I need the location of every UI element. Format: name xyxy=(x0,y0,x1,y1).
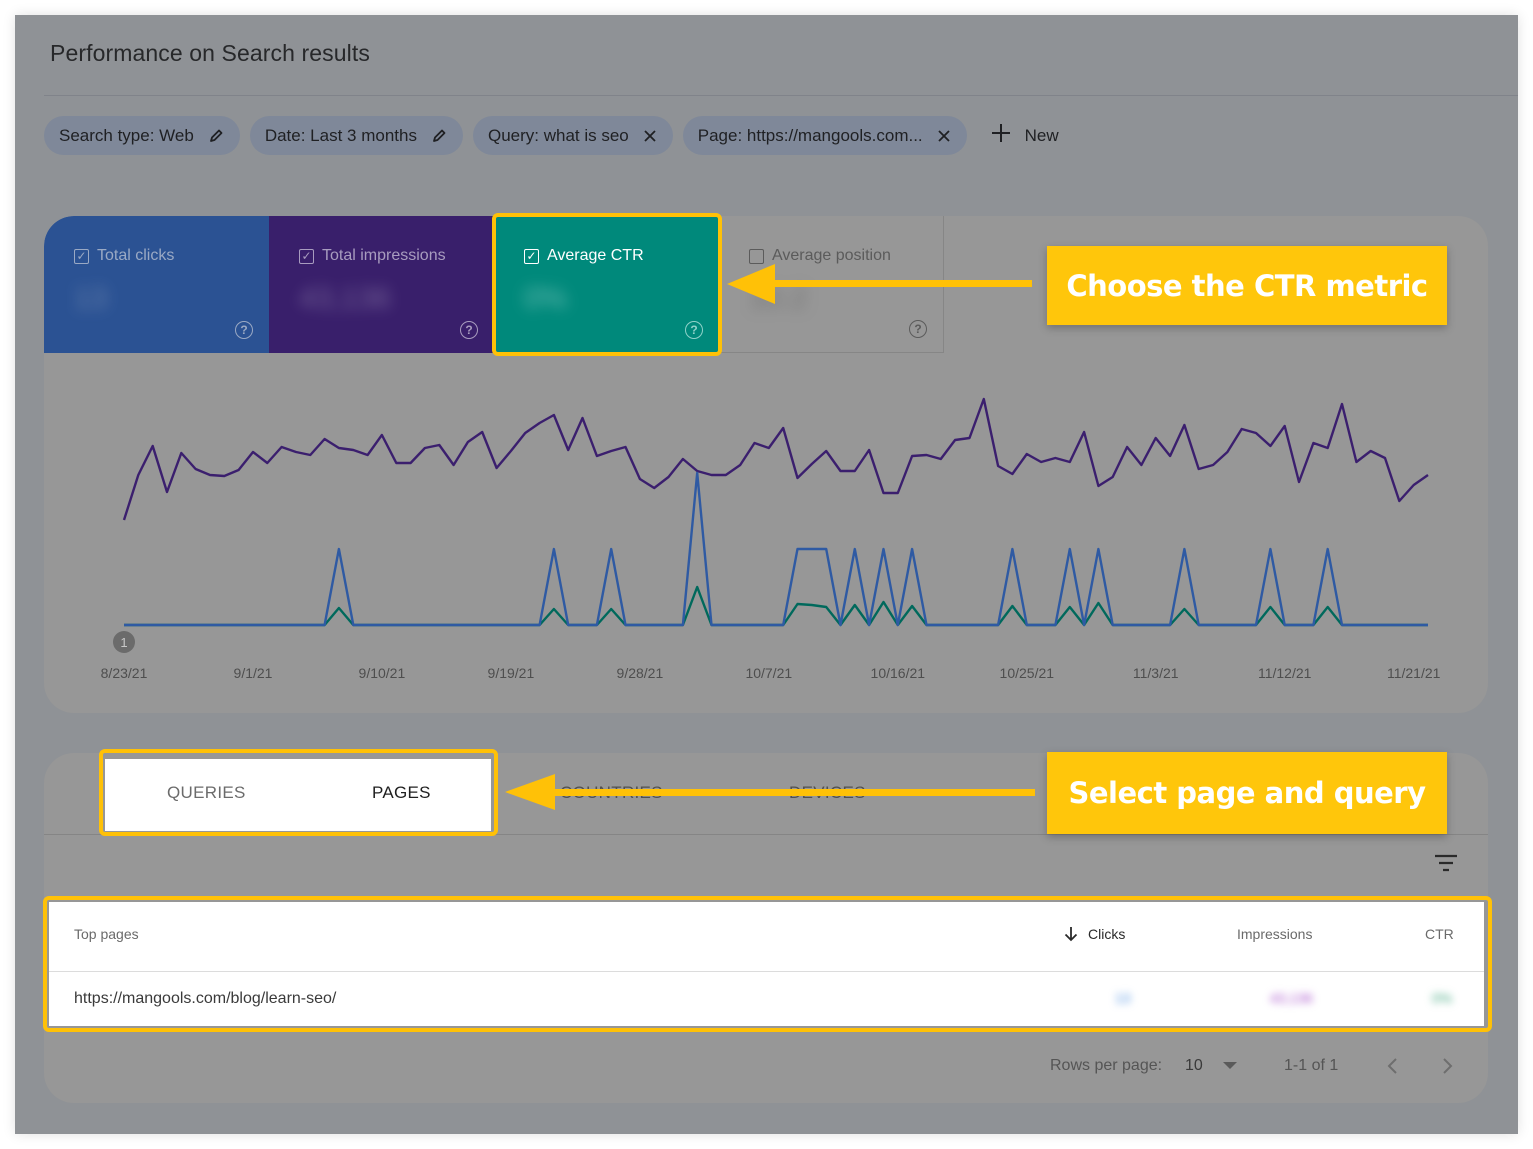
annotation-marker-label: 1 xyxy=(120,635,127,650)
new-filter-label: New xyxy=(1024,125,1059,145)
filter-icon[interactable] xyxy=(1434,853,1458,873)
page-title: Performance on Search results xyxy=(50,40,370,66)
series-line-clicks xyxy=(124,471,1428,627)
series-line-impressions xyxy=(122,397,1429,521)
chart-annotation-marker[interactable]: 1 xyxy=(113,631,135,653)
chevron-left-icon[interactable] xyxy=(1386,1057,1398,1075)
x-tick-label: 10/16/21 xyxy=(871,665,926,681)
filter-chip-query[interactable]: Query: what is seo xyxy=(472,116,673,155)
column-header-label: Clicks xyxy=(1088,926,1126,942)
filter-bar: Search type: Web Date: Last 3 months Que… xyxy=(44,116,1059,155)
callout-select-page-query: Select page and query xyxy=(1047,752,1447,834)
chip-label: Search type: Web xyxy=(59,125,194,145)
x-tick-label: 11/3/21 xyxy=(1133,665,1179,681)
x-tick-label: 11/12/21 xyxy=(1258,665,1312,681)
tabs-highlight-background xyxy=(105,759,491,831)
rows-per-page-select[interactable]: 10 xyxy=(1185,1057,1237,1075)
callout-ctr-metric: Choose the CTR metric xyxy=(1047,246,1447,325)
rows-per-page-label: Rows per page: xyxy=(1050,1057,1163,1074)
x-tick-label: 10/25/21 xyxy=(1000,665,1055,681)
x-tick-label: 8/23/21 xyxy=(101,665,148,681)
x-tick-label: 9/19/21 xyxy=(488,665,535,681)
series-line-ctr xyxy=(124,585,1428,627)
chip-label: Date: Last 3 months xyxy=(264,125,417,145)
filter-chip-page[interactable]: Page: https://mangools.com... xyxy=(682,116,967,155)
close-icon[interactable] xyxy=(643,129,657,143)
close-icon[interactable] xyxy=(937,129,951,143)
x-tick-label: 9/1/21 xyxy=(234,665,273,681)
x-tick-label: 9/28/21 xyxy=(617,665,664,681)
table-row-ctr: 0% xyxy=(1432,990,1453,1006)
dropdown-arrow-icon xyxy=(1222,1062,1237,1069)
tab-queries[interactable]: QUERIES xyxy=(167,783,246,803)
column-header-clicks[interactable]: Clicks xyxy=(1064,926,1125,942)
arrow-down-icon xyxy=(1064,927,1078,942)
pencil-icon[interactable] xyxy=(431,128,447,144)
pencil-icon[interactable] xyxy=(208,128,224,144)
table-row-impressions: 43,136 xyxy=(1270,990,1313,1006)
column-header-impressions[interactable]: Impressions xyxy=(1237,926,1312,942)
chevron-right-icon[interactable] xyxy=(1442,1057,1454,1075)
column-header-top-pages[interactable]: Top pages xyxy=(74,926,139,942)
divider xyxy=(44,834,1488,835)
chip-label: Page: https://mangools.com... xyxy=(697,125,923,145)
x-tick-label: 11/21/21 xyxy=(1387,665,1441,681)
tab-pages[interactable]: PAGES xyxy=(372,783,431,803)
rows-per-page-value: 10 xyxy=(1185,1057,1203,1074)
x-tick-label: 9/10/21 xyxy=(359,665,406,681)
x-tick-label: 10/7/21 xyxy=(745,665,792,681)
table-row-page-url[interactable]: https://mangools.com/blog/learn-seo/ xyxy=(74,990,336,1008)
filter-chip-date[interactable]: Date: Last 3 months xyxy=(249,116,463,155)
pagination-range: 1-1 of 1 xyxy=(1284,1057,1339,1074)
chip-label: Query: what is seo xyxy=(487,125,629,145)
divider xyxy=(44,95,1518,96)
column-header-ctr[interactable]: CTR xyxy=(1425,926,1454,942)
table-row-clicks: 13 xyxy=(1115,990,1131,1006)
filter-chip-search-type[interactable]: Search type: Web xyxy=(44,116,240,155)
annotation-arrow-ctr xyxy=(727,264,1032,304)
plus-icon xyxy=(991,123,1011,148)
divider xyxy=(49,971,1484,972)
new-filter-button[interactable]: New xyxy=(991,123,1059,148)
annotation-arrow-tabs xyxy=(505,774,1035,810)
